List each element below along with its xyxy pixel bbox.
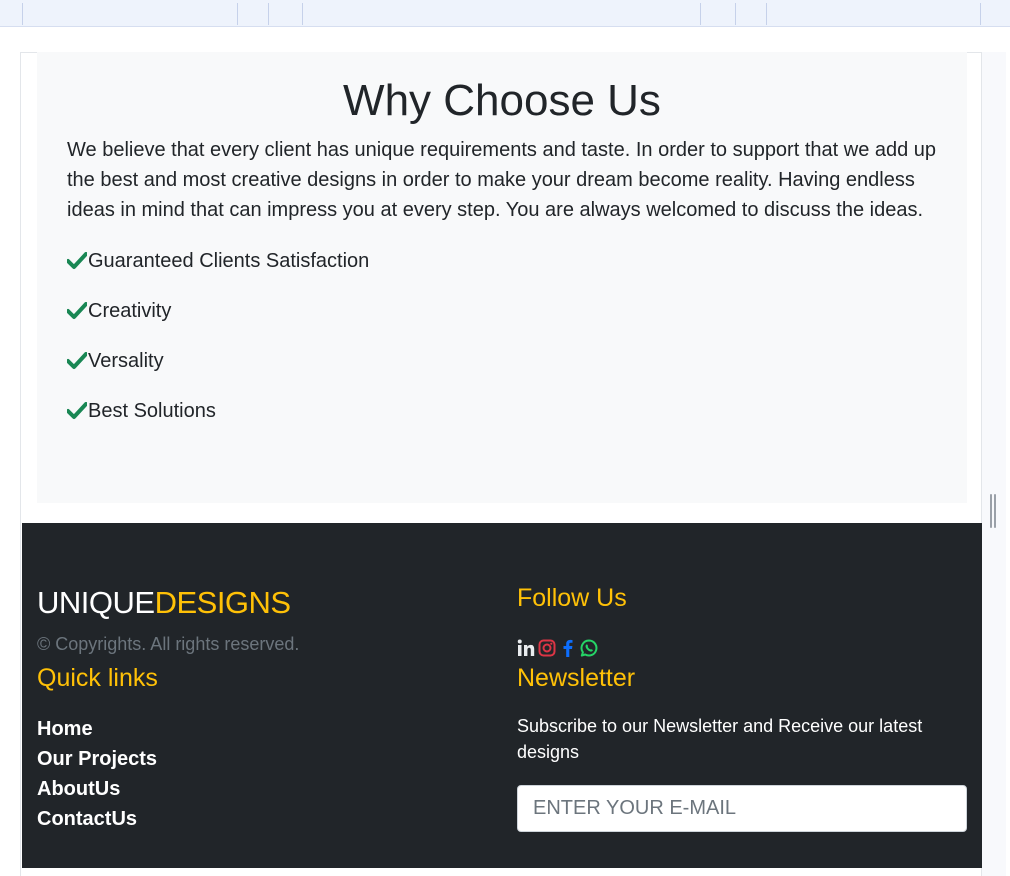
site-footer: UNIQUEDESIGNS © Copyrights. All rights r… <box>22 523 982 868</box>
check-icon <box>67 352 87 369</box>
brand-logo[interactable]: UNIQUEDESIGNS <box>37 585 291 621</box>
toolbar-divider <box>735 3 736 25</box>
why-choose-us-section: Why Choose Us We believe that every clie… <box>37 52 967 503</box>
quick-links-nav: Home Our Projects AboutUs ContactUs <box>37 714 157 834</box>
linkedin-icon[interactable] <box>517 638 535 658</box>
toolbar-divider <box>766 3 767 25</box>
footer-link-about-us[interactable]: AboutUs <box>37 774 157 804</box>
feature-item: Versality <box>67 346 937 376</box>
browser-toolbar-strip <box>0 0 1010 27</box>
scrollbar-grip[interactable] <box>994 494 996 528</box>
facebook-icon[interactable] <box>559 638 577 658</box>
check-icon <box>67 302 87 319</box>
toolbar-divider <box>268 3 269 25</box>
toolbar-divider <box>700 3 701 25</box>
footer-link-contact-us[interactable]: ContactUs <box>37 804 157 834</box>
toolbar-divider <box>22 3 23 25</box>
section-description: We believe that every client has unique … <box>67 139 937 221</box>
feature-item: Guaranteed Clients Satisfaction <box>67 246 937 276</box>
instagram-icon[interactable] <box>538 638 556 658</box>
whatsapp-icon[interactable] <box>580 638 598 658</box>
feature-label: Guaranteed Clients Satisfaction <box>88 249 370 272</box>
toolbar-divider <box>237 3 238 25</box>
copyright-text: © Copyrights. All rights reserved. <box>37 634 300 654</box>
social-icons <box>517 638 598 658</box>
check-icon <box>67 402 87 419</box>
toolbar-divider <box>980 3 981 25</box>
scrollbar-track[interactable] <box>982 52 1006 876</box>
section-title: Why Choose Us <box>343 76 661 125</box>
brand-part-unique: UNIQUE <box>37 585 155 620</box>
feature-item: Best Solutions <box>67 396 937 426</box>
newsletter-title: Newsletter <box>517 664 636 692</box>
feature-list: Guaranteed Clients Satisfaction Creativi… <box>67 246 937 426</box>
follow-us-title: Follow Us <box>517 584 627 612</box>
toolbar-divider <box>302 3 303 25</box>
quick-links-title: Quick links <box>37 664 158 692</box>
newsletter-email-input[interactable] <box>517 785 967 832</box>
brand-part-designs: DESIGNS <box>154 585 292 620</box>
check-icon <box>67 252 87 269</box>
newsletter-description: Subscribe to our Newsletter and Receive … <box>517 716 923 762</box>
feature-label: Versality <box>88 349 164 372</box>
feature-label: Best Solutions <box>88 399 216 422</box>
feature-label: Creativity <box>88 299 172 322</box>
feature-item: Creativity <box>67 296 937 326</box>
footer-link-our-projects[interactable]: Our Projects <box>37 744 157 774</box>
scrollbar-grip[interactable] <box>990 494 992 528</box>
footer-link-home[interactable]: Home <box>37 714 157 744</box>
